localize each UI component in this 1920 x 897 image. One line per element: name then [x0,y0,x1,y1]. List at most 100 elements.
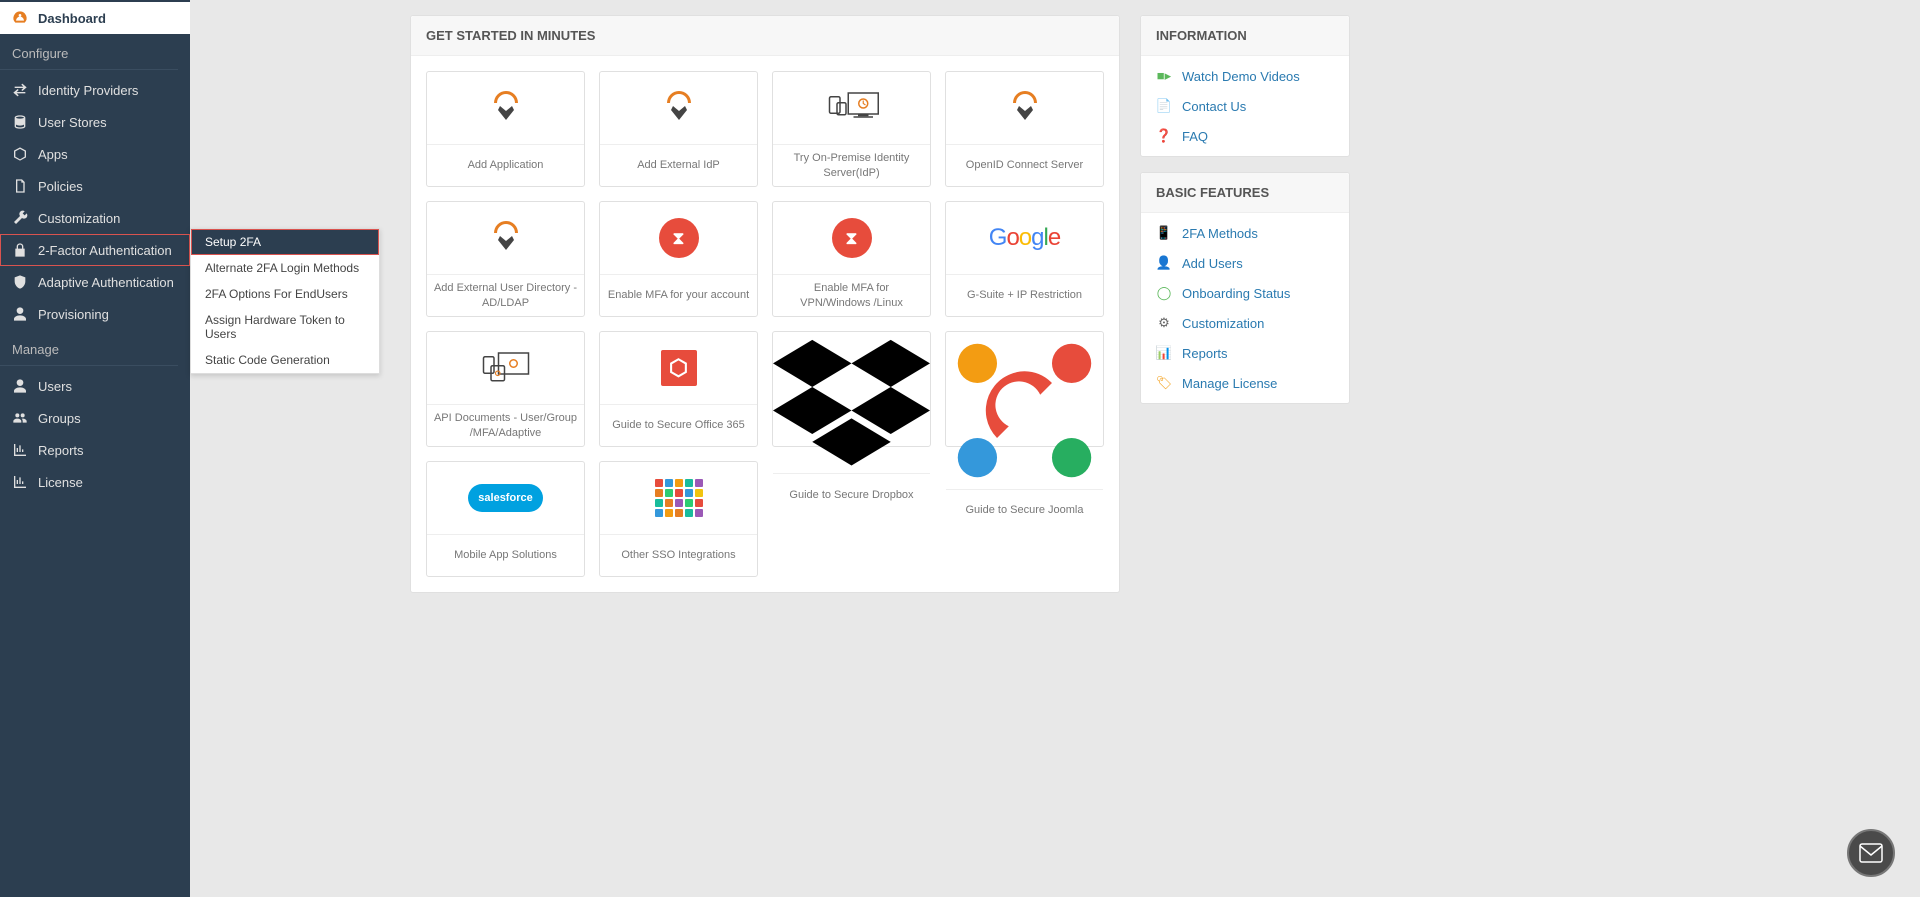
sidebar-label: Customization [38,211,120,226]
fingerprint-icon [600,72,757,144]
submenu-options-endusers[interactable]: 2FA Options For EndUsers [191,281,379,307]
submenu-assign-token[interactable]: Assign Hardware Token to Users [191,307,379,347]
box-icon [12,146,28,162]
card-other-sso[interactable]: Other SSO Integrations [599,461,758,577]
sidebar-label: Provisioning [38,307,109,322]
sidebar-item-apps[interactable]: Apps [0,138,190,170]
fingerprint-icon [427,202,584,274]
link-faq[interactable]: ❓ FAQ [1156,128,1334,144]
apps-grid-icon [600,462,757,534]
sidebar-item-adaptive-auth[interactable]: Adaptive Authentication [0,266,190,298]
card-label: Other SSO Integrations [600,534,757,576]
salesforce-icon: salesforce [427,462,584,534]
card-label: Try On-Premise Identity Server(IdP) [773,144,930,186]
link-manage-license[interactable]: 🏷 Manage License [1156,375,1334,391]
link-label: FAQ [1182,129,1208,144]
card-label: Mobile App Solutions [427,534,584,576]
fingerprint-icon [427,72,584,144]
link-contact-us[interactable]: 📄 Contact Us [1156,98,1334,114]
devices-icon [773,72,930,144]
link-customization[interactable]: ⚙ Customization [1156,315,1334,331]
link-2fa-methods[interactable]: 📱 2FA Methods [1156,225,1334,241]
link-reports[interactable]: 📊 Reports [1156,345,1334,361]
sidebar-item-groups[interactable]: Groups [0,402,190,434]
card-guide-dropbox[interactable]: Guide to Secure Dropbox [772,331,931,447]
user-icon [12,306,28,322]
sidebar-item-reports[interactable]: Reports [0,434,190,466]
link-label: Customization [1182,316,1264,331]
card-label: Add External User Directory - AD/LDAP [427,274,584,316]
card-guide-office[interactable]: ⬡ Guide to Secure Office 365 [599,331,758,447]
card-enable-mfa-vpn[interactable]: ⧗ Enable MFA for VPN/Windows /Linux [772,201,931,317]
mobile-icon: 📱 [1156,225,1172,241]
user-plus-icon: 👤 [1156,255,1172,271]
sidebar-item-identity-providers[interactable]: Identity Providers [0,74,190,106]
sidebar-label: 2-Factor Authentication [38,243,172,258]
sidebar-item-customization[interactable]: Customization [0,202,190,234]
sidebar-label: Adaptive Authentication [38,275,174,290]
card-add-application[interactable]: Add Application [426,71,585,187]
card-try-onpremise[interactable]: Try On-Premise Identity Server(IdP) [772,71,931,187]
card-label: Enable MFA for VPN/Windows /Linux [773,274,930,316]
database-icon [12,114,28,130]
card-gsuite-ip[interactable]: Google G-Suite + IP Restriction [945,201,1104,317]
card-api-docs[interactable]: API Documents - User/Group /MFA/Adaptive [426,331,585,447]
information-panel: INFORMATION ■▸ Watch Demo Videos 📄 Conta… [1140,15,1350,157]
link-onboarding[interactable]: ◯ Onboarding Status [1156,285,1334,301]
link-watch-demo[interactable]: ■▸ Watch Demo Videos [1156,68,1334,84]
get-started-panel: GET STARTED IN MINUTES Add Application A… [410,15,1120,593]
fingerprint-icon [946,72,1103,144]
card-openid-connect[interactable]: OpenID Connect Server [945,71,1104,187]
sidebar-item-dashboard[interactable]: Dashboard [0,2,190,34]
submenu-static-code[interactable]: Static Code Generation [191,347,379,373]
card-add-external-dir[interactable]: Add External User Directory - AD/LDAP [426,201,585,317]
sidebar-label: Apps [38,147,68,162]
get-started-title: GET STARTED IN MINUTES [411,16,1119,56]
card-enable-mfa-account[interactable]: ⧗ Enable MFA for your account [599,201,758,317]
sidebar-section-manage: Manage [0,334,178,366]
sidebar-label: Reports [38,443,84,458]
shield-icon [12,274,28,290]
sidebar-label: Groups [38,411,81,426]
submenu-setup-2fa[interactable]: Setup 2FA [191,229,379,255]
office-icon: ⬡ [600,332,757,404]
card-add-external-idp[interactable]: Add External IdP [599,71,758,187]
link-label: Reports [1182,346,1228,361]
contact-float-button[interactable] [1847,829,1895,877]
dropbox-icon [773,332,930,473]
basic-features-panel: BASIC FEATURES 📱 2FA Methods 👤 Add Users… [1140,172,1350,404]
devices-icon [427,332,584,404]
sliders-icon: ⚙ [1156,315,1172,331]
link-add-users[interactable]: 👤 Add Users [1156,255,1334,271]
sidebar-item-license[interactable]: License [0,466,190,498]
card-label: API Documents - User/Group /MFA/Adaptive [427,404,584,446]
dashboard-icon [12,10,28,26]
card-label: Guide to Secure Dropbox [773,473,930,515]
sidebar-item-2fa[interactable]: 2-Factor Authentication [0,234,190,266]
sidebar-label: Identity Providers [38,83,138,98]
chart-icon [12,442,28,458]
wrench-icon [12,210,28,226]
sidebar-label: Policies [38,179,83,194]
sidebar-item-users[interactable]: Users [0,370,190,402]
document-icon [12,178,28,194]
submenu-alternate-login[interactable]: Alternate 2FA Login Methods [191,255,379,281]
sidebar-item-policies[interactable]: Policies [0,170,190,202]
sidebar-item-user-stores[interactable]: User Stores [0,106,190,138]
card-label: Guide to Secure Joomla [946,489,1103,531]
user-icon [12,378,28,394]
card-label: Guide to Secure Office 365 [600,404,757,446]
card-label: Add External IdP [600,144,757,186]
sidebar-item-provisioning[interactable]: Provisioning [0,298,190,330]
question-icon: ❓ [1156,128,1172,144]
card-guide-joomla[interactable]: Guide to Secure Joomla [945,331,1104,447]
card-mobile-app[interactable]: salesforce Mobile App Solutions [426,461,585,577]
link-label: 2FA Methods [1182,226,1258,241]
card-label: Enable MFA for your account [600,274,757,316]
chart-icon [12,474,28,490]
sidebar-label: User Stores [38,115,107,130]
link-label: Add Users [1182,256,1243,271]
video-icon: ■▸ [1156,68,1172,84]
joomla-icon [946,332,1103,489]
hourglass-icon: ⧗ [600,202,757,274]
